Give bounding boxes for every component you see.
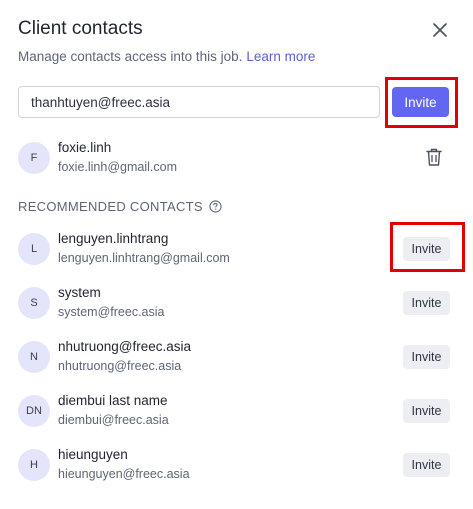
trash-icon[interactable] (425, 147, 443, 167)
contact-email: hieunguyen@freec.asia (58, 467, 190, 481)
contact-name: foxie.linh (58, 140, 112, 155)
contact-email: lenguyen.linhtrang@gmail.com (58, 251, 230, 265)
avatar: F (18, 142, 50, 174)
recommended-contact-item: S system system@freec.asia Invite (18, 283, 458, 323)
help-circle-icon[interactable] (209, 200, 222, 213)
avatar: H (18, 449, 50, 481)
avatar: S (18, 287, 50, 319)
dialog-title: Client contacts (18, 18, 143, 39)
contact-name: system (58, 285, 101, 300)
current-contact-item: F foxie.linh foxie.linh@gmail.com (18, 138, 458, 178)
invite-contact-button[interactable]: Invite (403, 399, 450, 423)
invite-contact-button[interactable]: Invite (403, 453, 450, 477)
recommended-contact-item: DN diembui last name diembui@freec.asia … (18, 391, 458, 431)
invite-contact-button[interactable]: Invite (403, 291, 450, 315)
recommended-contact-item: N nhutruong@freec.asia nhutruong@freec.a… (18, 337, 458, 377)
contact-name: hieunguyen (58, 447, 128, 462)
contact-email: nhutruong@freec.asia (58, 359, 182, 373)
invite-contact-button[interactable]: Invite (403, 345, 450, 369)
avatar: DN (18, 395, 50, 427)
avatar: N (18, 341, 50, 373)
invite-button[interactable]: Invite (392, 87, 449, 117)
recommended-contacts-heading: RECOMMENDED CONTACTS (18, 199, 222, 214)
subtitle-text: Manage contacts access into this job. (18, 49, 243, 64)
contact-name: diembui last name (58, 393, 168, 408)
contact-email: foxie.linh@gmail.com (58, 160, 177, 174)
close-icon[interactable] (430, 20, 450, 40)
contact-email: diembui@freec.asia (58, 413, 169, 427)
learn-more-link[interactable]: Learn more (246, 49, 315, 64)
avatar: L (18, 233, 50, 265)
invite-contact-button[interactable]: Invite (403, 237, 450, 261)
contact-email: system@freec.asia (58, 305, 165, 319)
recommended-contact-item: H hieunguyen hieunguyen@freec.asia Invit… (18, 445, 458, 485)
contact-name: lenguyen.linhtrang (58, 231, 169, 246)
recommended-title: RECOMMENDED CONTACTS (18, 199, 203, 214)
dialog-subtitle: Manage contacts access into this job. Lea… (18, 49, 315, 64)
contact-name: nhutruong@freec.asia (58, 339, 192, 354)
recommended-contact-item: L lenguyen.linhtrang lenguyen.linhtrang@… (18, 229, 458, 269)
invite-email-input[interactable] (18, 86, 380, 118)
